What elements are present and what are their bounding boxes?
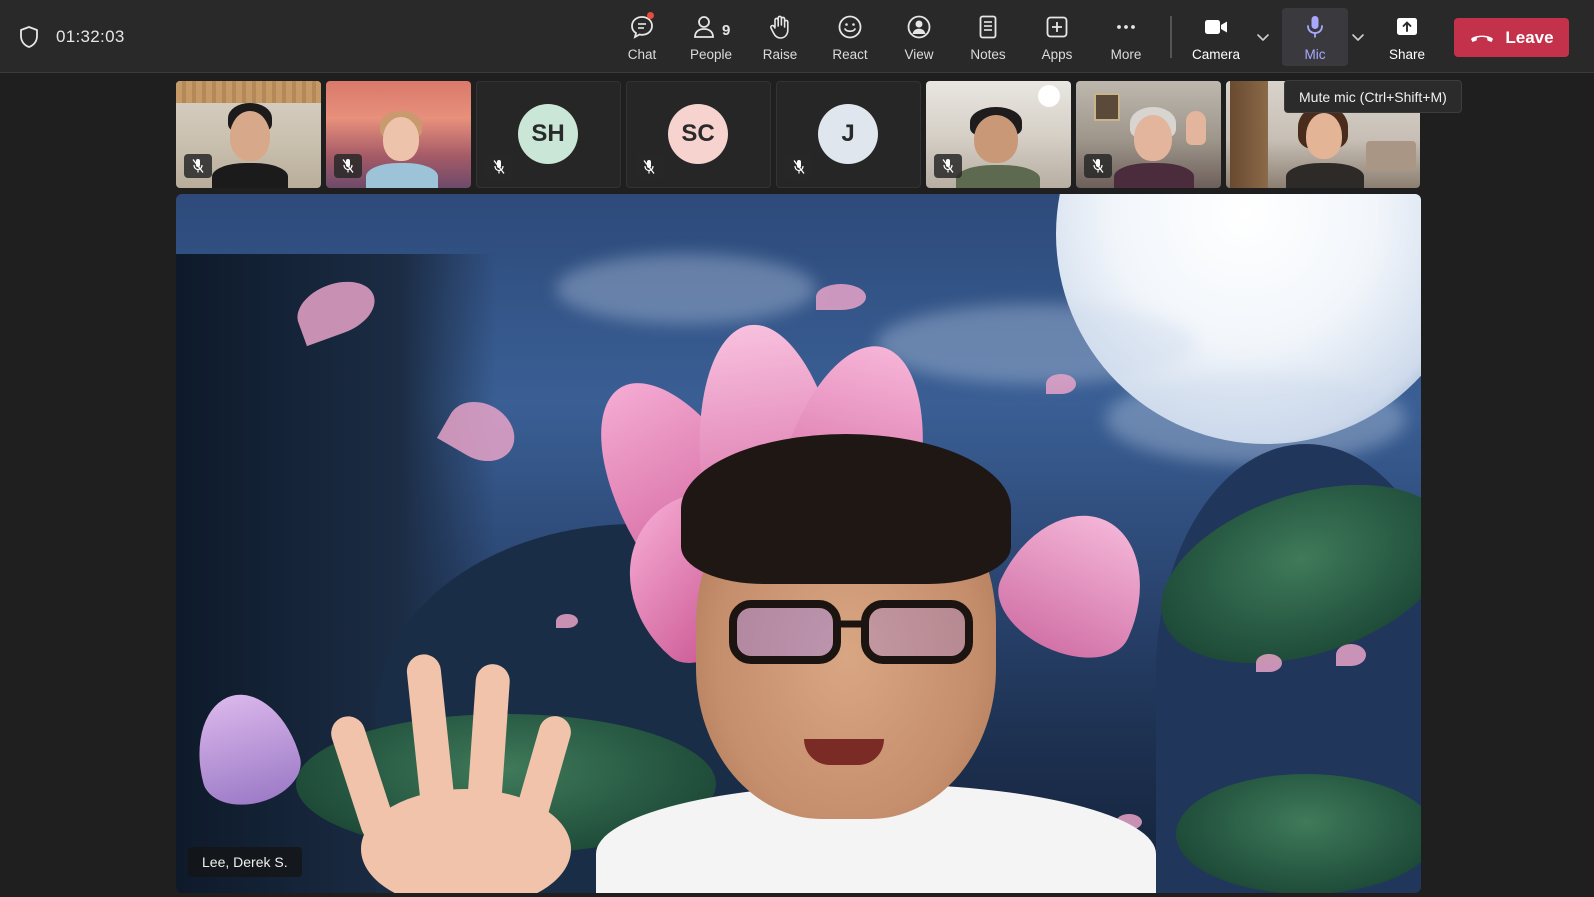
- chat-button[interactable]: Chat: [609, 8, 675, 66]
- raise-hand-button[interactable]: Raise: [747, 8, 813, 66]
- host-glasses: [729, 600, 973, 664]
- muted-mic-badge: [934, 154, 962, 178]
- lamp-light: [1038, 85, 1060, 107]
- avatar: SC: [668, 104, 728, 164]
- waving-hand: [331, 654, 571, 893]
- muted-mic-badge: [635, 155, 663, 179]
- muted-mic-badge: [184, 154, 212, 178]
- more-label: More: [1110, 47, 1142, 62]
- apps-button[interactable]: Apps: [1024, 8, 1090, 66]
- view-button[interactable]: View: [886, 8, 952, 66]
- participant-video-tile[interactable]: [326, 81, 471, 188]
- microphone-icon: [1307, 16, 1323, 38]
- react-label: React: [832, 47, 868, 62]
- view-icon: [907, 15, 931, 39]
- toolbar-divider: [1170, 16, 1172, 58]
- participant-video-tile[interactable]: [1076, 81, 1221, 188]
- video-background: [176, 81, 321, 103]
- sofa: [1366, 141, 1416, 171]
- active-speaker-video[interactable]: Lee, Derek S.: [176, 194, 1421, 893]
- more-options-icon: [1117, 25, 1135, 29]
- waving-hand: [1186, 111, 1206, 145]
- share-button[interactable]: Share: [1374, 8, 1440, 66]
- speaker-name-tag: Lee, Derek S.: [188, 847, 302, 877]
- meeting-timer: 01:32:03: [56, 27, 125, 46]
- hang-up-phone-icon: [1471, 35, 1494, 42]
- mic-off-icon: [192, 159, 204, 173]
- add-apps-icon: [1046, 16, 1068, 38]
- participant-strip: SH SC J: [176, 81, 1420, 188]
- view-label: View: [904, 47, 934, 62]
- chat-notification-dot: [647, 12, 654, 19]
- mic-button[interactable]: Mic: [1282, 8, 1348, 66]
- camera-label: Camera: [1191, 47, 1240, 62]
- mic-label: Mic: [1304, 47, 1326, 62]
- react-button[interactable]: React: [817, 8, 883, 66]
- chat-label: Chat: [627, 47, 657, 62]
- avatar: J: [818, 104, 878, 164]
- muted-mic-badge: [334, 154, 362, 178]
- camera-options-chevron-icon[interactable]: [1254, 28, 1272, 46]
- people-label: People: [689, 47, 733, 62]
- notes-icon: [979, 15, 997, 39]
- notes-label: Notes: [970, 47, 1006, 62]
- participant-video-tile[interactable]: [926, 81, 1071, 188]
- mic-off-icon: [342, 159, 354, 173]
- shield-icon[interactable]: [18, 25, 40, 49]
- mic-off-icon: [643, 160, 655, 174]
- people-icon: [694, 16, 714, 38]
- raise-hand-icon: [770, 15, 789, 39]
- leave-button[interactable]: Leave: [1454, 18, 1569, 57]
- people-count: 9: [722, 22, 731, 39]
- muted-mic-badge: [785, 155, 813, 179]
- participant-avatar-tile[interactable]: J: [776, 81, 921, 188]
- participant-avatar-tile[interactable]: SH: [476, 81, 621, 188]
- camera-icon: [1205, 20, 1227, 34]
- leave-label: Leave: [1505, 27, 1554, 47]
- muted-mic-badge: [1084, 154, 1112, 178]
- camera-button[interactable]: Camera: [1183, 8, 1249, 66]
- mic-off-icon: [1092, 159, 1104, 173]
- mic-off-icon: [493, 160, 505, 174]
- mic-tooltip: Mute mic (Ctrl+Shift+M): [1284, 80, 1462, 113]
- share-screen-icon: [1397, 18, 1417, 35]
- notes-button[interactable]: Notes: [955, 8, 1021, 66]
- host-hair: [681, 434, 1011, 584]
- react-smiley-icon: [838, 15, 862, 39]
- mic-off-icon: [793, 160, 805, 174]
- more-button[interactable]: More: [1093, 8, 1159, 66]
- share-label: Share: [1388, 47, 1426, 62]
- people-button[interactable]: 9 People: [678, 8, 744, 66]
- apps-label: Apps: [1041, 47, 1073, 62]
- raise-label: Raise: [762, 47, 798, 62]
- wall-painting: [1094, 93, 1120, 121]
- participant-avatar-tile[interactable]: SC: [626, 81, 771, 188]
- avatar: SH: [518, 104, 578, 164]
- bookshelf: [1230, 81, 1268, 188]
- meeting-toolbar: 01:32:03 Chat 9 People Raise React View …: [0, 0, 1594, 73]
- mic-off-icon: [942, 159, 954, 173]
- mic-options-chevron-icon[interactable]: [1349, 28, 1367, 46]
- muted-mic-badge: [485, 155, 513, 179]
- participant-video-tile[interactable]: [176, 81, 321, 188]
